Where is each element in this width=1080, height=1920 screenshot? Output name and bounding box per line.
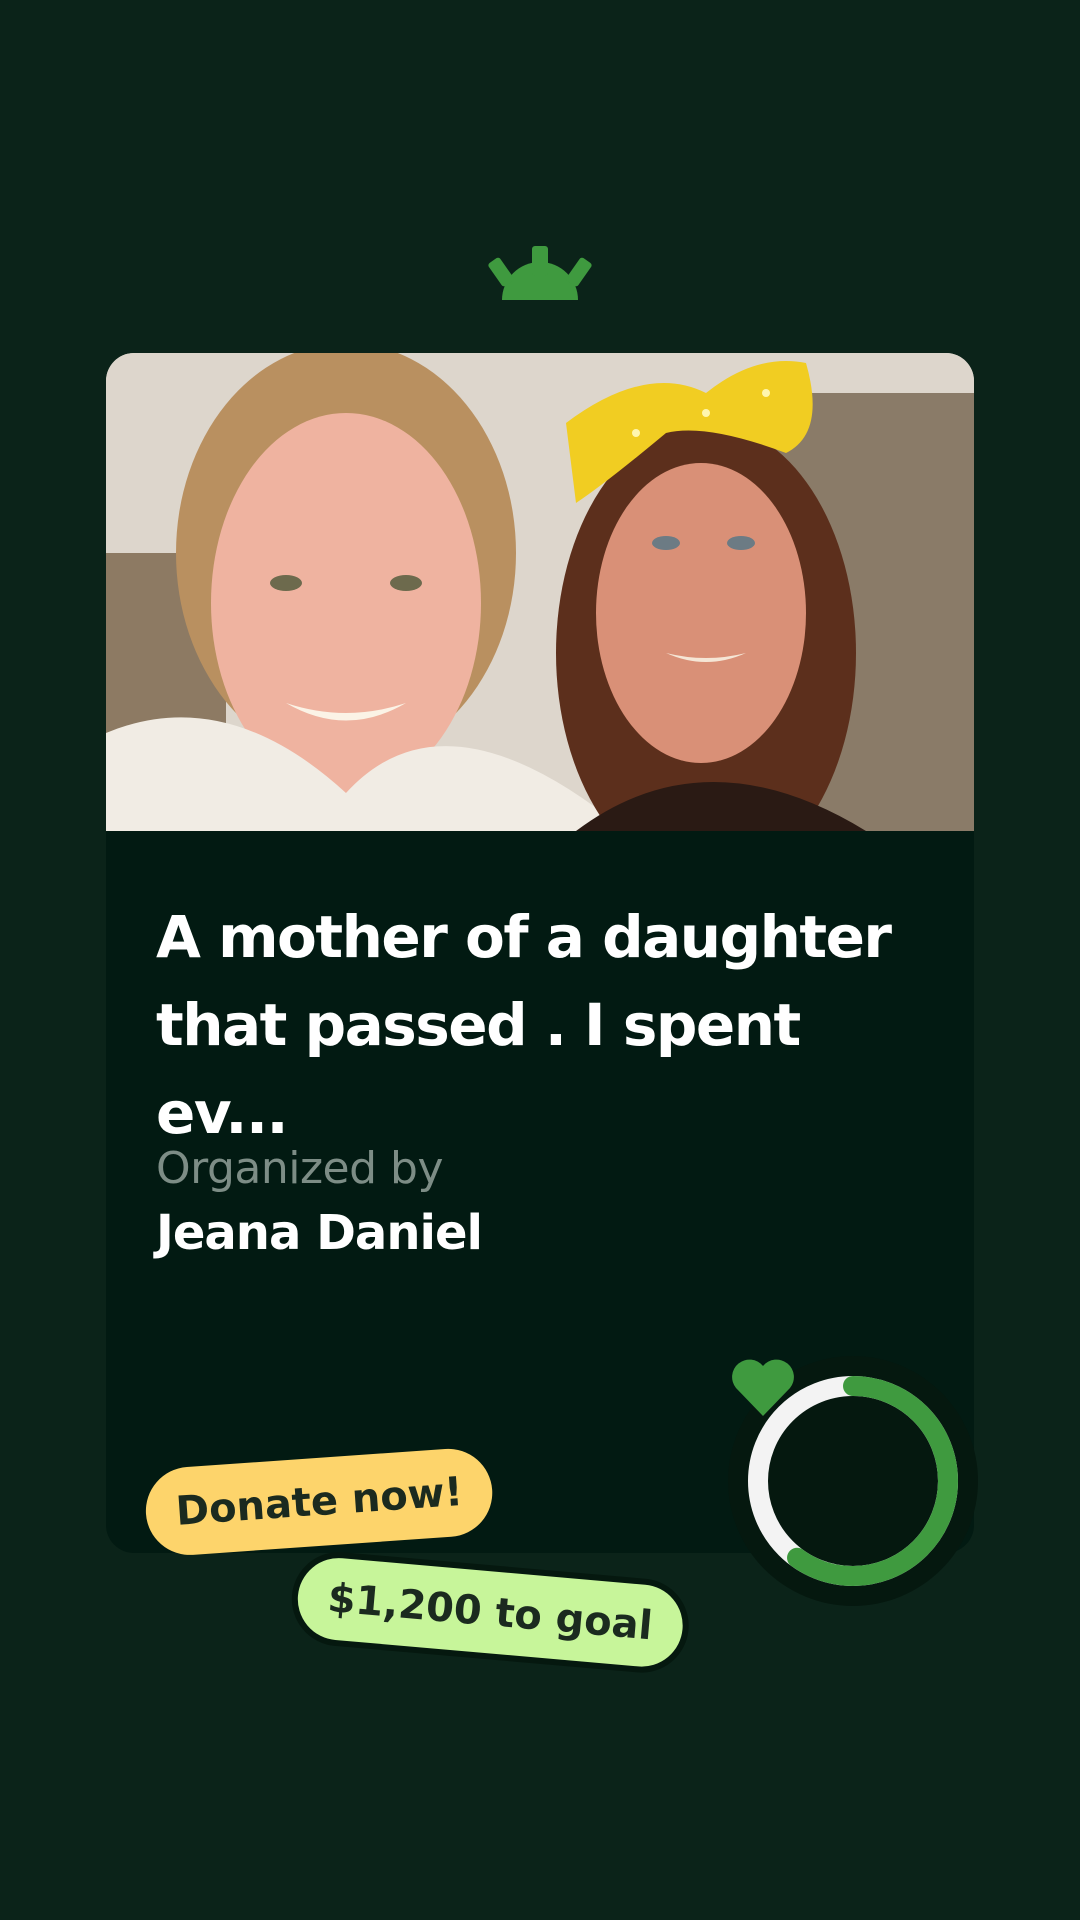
goal-remaining-badge: $1,200 to goal (287, 1548, 693, 1677)
organizer-label: Organized by (156, 1143, 444, 1194)
organizer-name: Jeana Daniel (156, 1205, 483, 1261)
progress-ring (728, 1356, 978, 1606)
fundraiser-title: A mother of a daughter that passed . I s… (156, 903, 892, 1147)
fundraiser-photo (106, 353, 974, 831)
fundraiser-story-page: A mother of a daughter that passed . I s… (0, 0, 1080, 1920)
heart-icon (732, 1359, 794, 1416)
sunrise-logo-icon (488, 246, 592, 300)
